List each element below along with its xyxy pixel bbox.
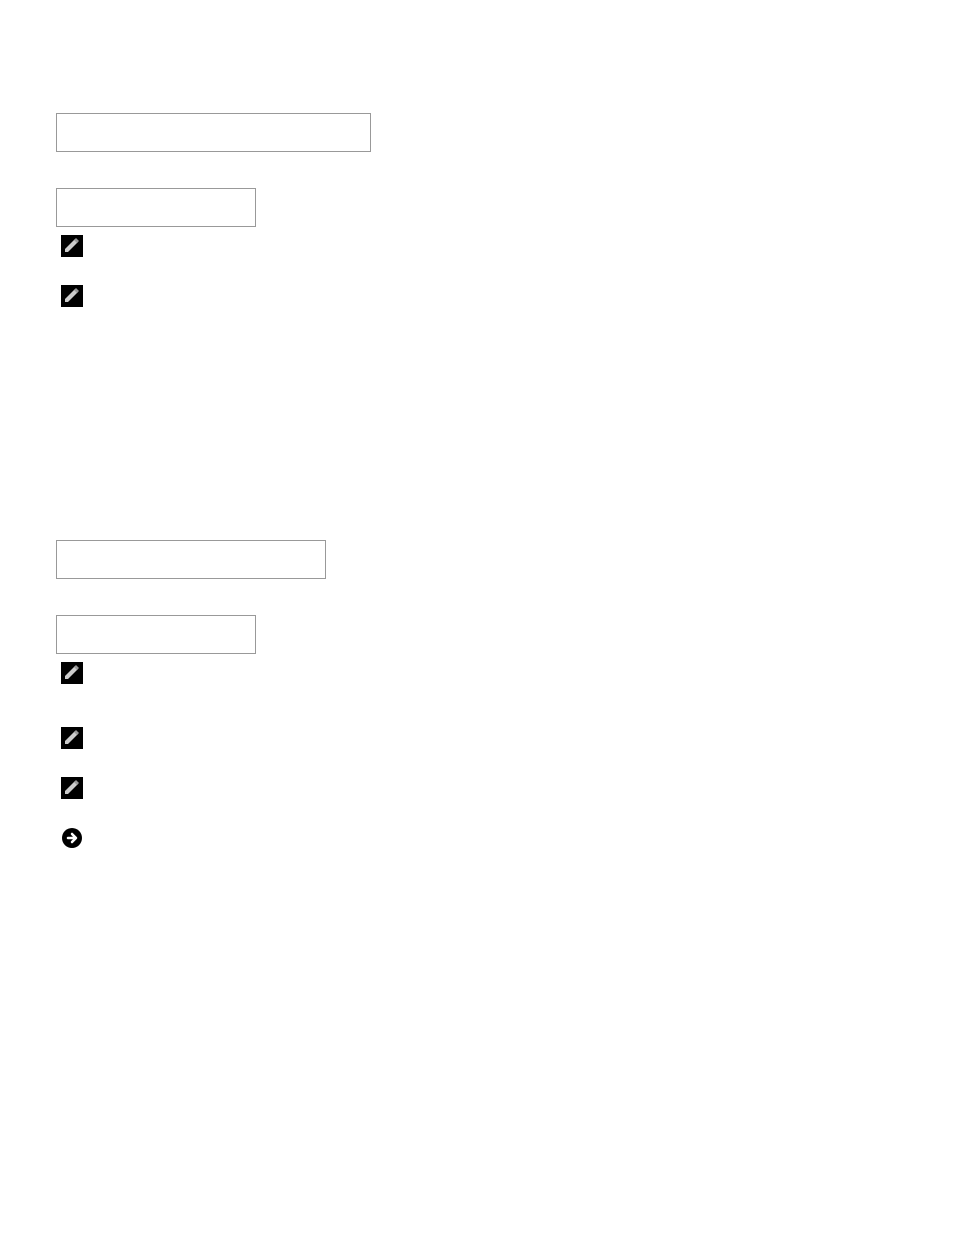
input-field-2[interactable] [56, 188, 256, 227]
input-field-4[interactable] [56, 615, 256, 654]
edit-icon[interactable] [61, 285, 83, 307]
edit-icon[interactable] [61, 662, 83, 684]
edit-icon[interactable] [61, 777, 83, 799]
input-field-3[interactable] [56, 540, 326, 579]
input-field-1[interactable] [56, 113, 371, 152]
edit-icon[interactable] [61, 235, 83, 257]
edit-icon[interactable] [61, 727, 83, 749]
arrow-right-icon[interactable] [61, 827, 83, 849]
